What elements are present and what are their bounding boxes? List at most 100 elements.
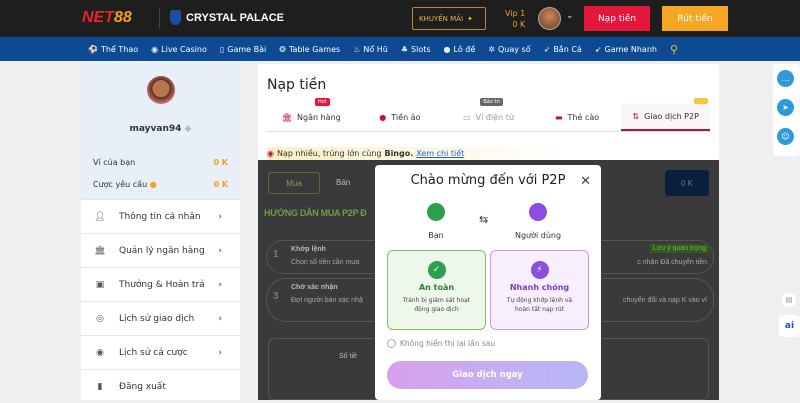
step-desc-right: chuyển đổi và nạp K vào ví <box>622 297 707 304</box>
profile-card: mayvan94 ◆ Ví của bạn 0 K Cược yêu cầu ● 0… <box>81 64 240 199</box>
user-icon: 👤︎ <box>94 211 106 222</box>
card-title: Nhanh chóng <box>509 283 570 292</box>
nav-icon: ✲ <box>488 44 495 54</box>
nav-icon: ❂ <box>279 44 286 54</box>
user-purple-icon <box>529 203 547 221</box>
main-nav: ⚽ Thể Thao ◉ Live Casino ▯ Game Bài ❂ Table … <box>0 37 800 61</box>
chevron-right-icon: › <box>218 347 222 358</box>
info-icon[interactable]: ● <box>150 180 157 189</box>
modal-title: Chào mừng đến với P2P <box>410 173 566 188</box>
dont-show-again-checkbox[interactable]: Không hiển thị lại lần sau <box>387 339 495 348</box>
chevron-down-icon[interactable]: ⌄ <box>566 11 574 21</box>
step-number: 1 <box>273 249 279 260</box>
nav-item[interactable]: ♣ Slots <box>401 45 431 54</box>
step-desc-right: c nhận Đã chuyển tiền <box>637 259 707 266</box>
buy-tab[interactable]: Mua <box>268 172 320 194</box>
nav-item[interactable]: ● Lô đề <box>444 45 476 54</box>
search-icon[interactable]: ⚲ <box>670 43 678 56</box>
crystal-palace-logo: CRYSTAL PALACE <box>170 10 284 25</box>
wallet-label: Ví của bạn <box>93 158 136 167</box>
tab-ewallet[interactable]: ▭ Ví điện tử Bảo trì <box>444 98 533 131</box>
chevron-right-icon: › <box>218 279 222 290</box>
deposit-tabs: 🏛︎ Ngân hàng Hot ● Tiền ảo ▭ Ví điện tử Bảo t… <box>267 98 710 132</box>
gift-icon: ▣ <box>95 279 105 290</box>
sidebar-item-bets[interactable]: ◉ Lịch sử cá cược › <box>81 335 240 369</box>
step-title: Khớp lệnh <box>291 246 326 253</box>
card-icon: ▬ <box>554 113 563 122</box>
sidebar: mayvan94 ◆ Ví của bạn 0 K Cược yêu cầu ● 0… <box>81 64 240 400</box>
tab-card[interactable]: ▬ Thẻ cào <box>533 104 622 131</box>
chevron-right-icon: › <box>218 211 222 222</box>
bank-icon: 🏛︎ <box>281 113 293 122</box>
withdraw-button[interactable]: Rút tiền <box>662 6 728 31</box>
deposit-button[interactable]: Nạp tiền <box>584 6 650 31</box>
p2p-icon: ⇅ <box>632 112 640 121</box>
nav-icon: ♨ <box>353 44 361 54</box>
you-label: Bạn <box>428 231 444 240</box>
nav-item[interactable]: ➹ Game Nhanh <box>595 45 657 54</box>
profile-avatar <box>147 76 175 104</box>
nav-item[interactable]: ▯ Game Bài <box>220 45 266 54</box>
nav-icon: ▯ <box>219 44 225 54</box>
nav-item[interactable]: ⚽ Thể Thao <box>88 45 138 54</box>
divider <box>159 8 160 29</box>
nav-item[interactable]: ♨ Nổ Hũ <box>353 45 388 54</box>
step-title: Chờ xác nhận <box>291 284 338 291</box>
step-desc: Chọn số tiền cần mua <box>291 259 360 266</box>
chat-icon[interactable]: … <box>777 70 794 87</box>
net88-logo[interactable]: NET88 <box>82 9 132 27</box>
vip-balance: Vip 1 0 K <box>505 8 525 30</box>
radio-icon <box>387 339 396 348</box>
close-icon[interactable]: ✕ <box>580 174 591 189</box>
hot-badge: Hot <box>314 98 330 106</box>
sidebar-item-profile[interactable]: 👤︎ Thông tin cá nhân › <box>81 199 240 233</box>
ai-assistant-icon[interactable]: ai <box>779 315 800 337</box>
user-green-icon <box>427 203 445 221</box>
avatar[interactable] <box>538 7 561 30</box>
chevron-right-icon: › <box>218 313 222 324</box>
user-label: Người dùng <box>514 231 562 240</box>
step-number: 3 <box>273 291 279 302</box>
bet-value: 0 K <box>213 180 228 189</box>
nav-icon: ⚽ <box>88 44 98 54</box>
sell-tab[interactable]: Bán <box>336 178 350 187</box>
sidebar-item-rewards[interactable]: ▣ Thưởng & Hoàn trả › <box>81 267 240 301</box>
note-badge: Lưu ý quan trọng <box>649 244 709 253</box>
bet-label: Cược yêu cầu ● <box>93 180 157 189</box>
nav-item[interactable]: ◉ Live Casino <box>151 45 207 54</box>
telegram-icon[interactable]: ➤ <box>777 99 794 116</box>
balance: 0 K <box>512 20 526 29</box>
vip-level: Vip 1 <box>505 9 526 18</box>
diamond-icon: ◆ <box>184 124 192 134</box>
nav-item[interactable]: ✲ Quay số <box>488 45 530 54</box>
promo-banner: ◉ Nạp nhiều, trúng lớn cùng Bingo. Xem chi … <box>267 147 567 160</box>
sidebar-item-transactions[interactable]: ◎ Lịch sử giao dịch › <box>81 301 240 335</box>
history-icon: ◎ <box>96 313 104 324</box>
partner-name: CRYSTAL PALACE <box>186 11 284 24</box>
sidebar-item-bank[interactable]: 🏛︎ Quản lý ngân hàng › <box>81 233 240 267</box>
guide-heading: HƯỚNG DẪN MUA P2P Đ <box>264 208 367 218</box>
nav-item[interactable]: ❂ Table Games <box>279 45 340 54</box>
promo-link[interactable]: Xem chi tiết <box>416 149 464 158</box>
nav-item[interactable]: ➶ Bắn Cá <box>544 45 582 54</box>
bank-icon: 🏛︎ <box>94 245 106 256</box>
tab-crypto[interactable]: ● Tiền ảo <box>356 104 445 131</box>
fast-card: ⚡︎ Nhanh chóng Tự động khớp lệnh và hoàn… <box>490 250 589 330</box>
wallet-value: 0 K <box>213 158 228 167</box>
trade-now-button[interactable]: Giao dịch ngay <box>387 361 588 389</box>
tab-p2p[interactable]: ⇅ Giao dịch P2P <box>621 98 710 131</box>
support-icon[interactable]: ☺ <box>777 128 794 145</box>
sidebar-item-logout[interactable]: ▮ Đăng xuất <box>81 369 240 403</box>
safe-card: ✓ An toàn Tránh bị giám sát hoạt động gi… <box>387 250 486 330</box>
promo-button[interactable]: KHUYẾN MÃI ✦ <box>412 7 486 30</box>
promo-label: KHUYẾN MÃI <box>419 14 464 23</box>
tab-bank[interactable]: 🏛︎ Ngân hàng Hot <box>267 98 356 131</box>
bingo-icon: ◉ <box>267 149 274 158</box>
step-desc: Đợi người bán xác nhậ <box>291 297 363 304</box>
treasure-icon: ✦ <box>467 14 473 23</box>
wallet-balance-button[interactable]: 0 K <box>665 170 709 196</box>
nav-icon: ➶ <box>543 44 551 54</box>
nav-icon: ➹ <box>594 44 602 54</box>
crypto-icon: ● <box>379 113 387 122</box>
document-icon[interactable]: ▤ <box>782 293 796 307</box>
